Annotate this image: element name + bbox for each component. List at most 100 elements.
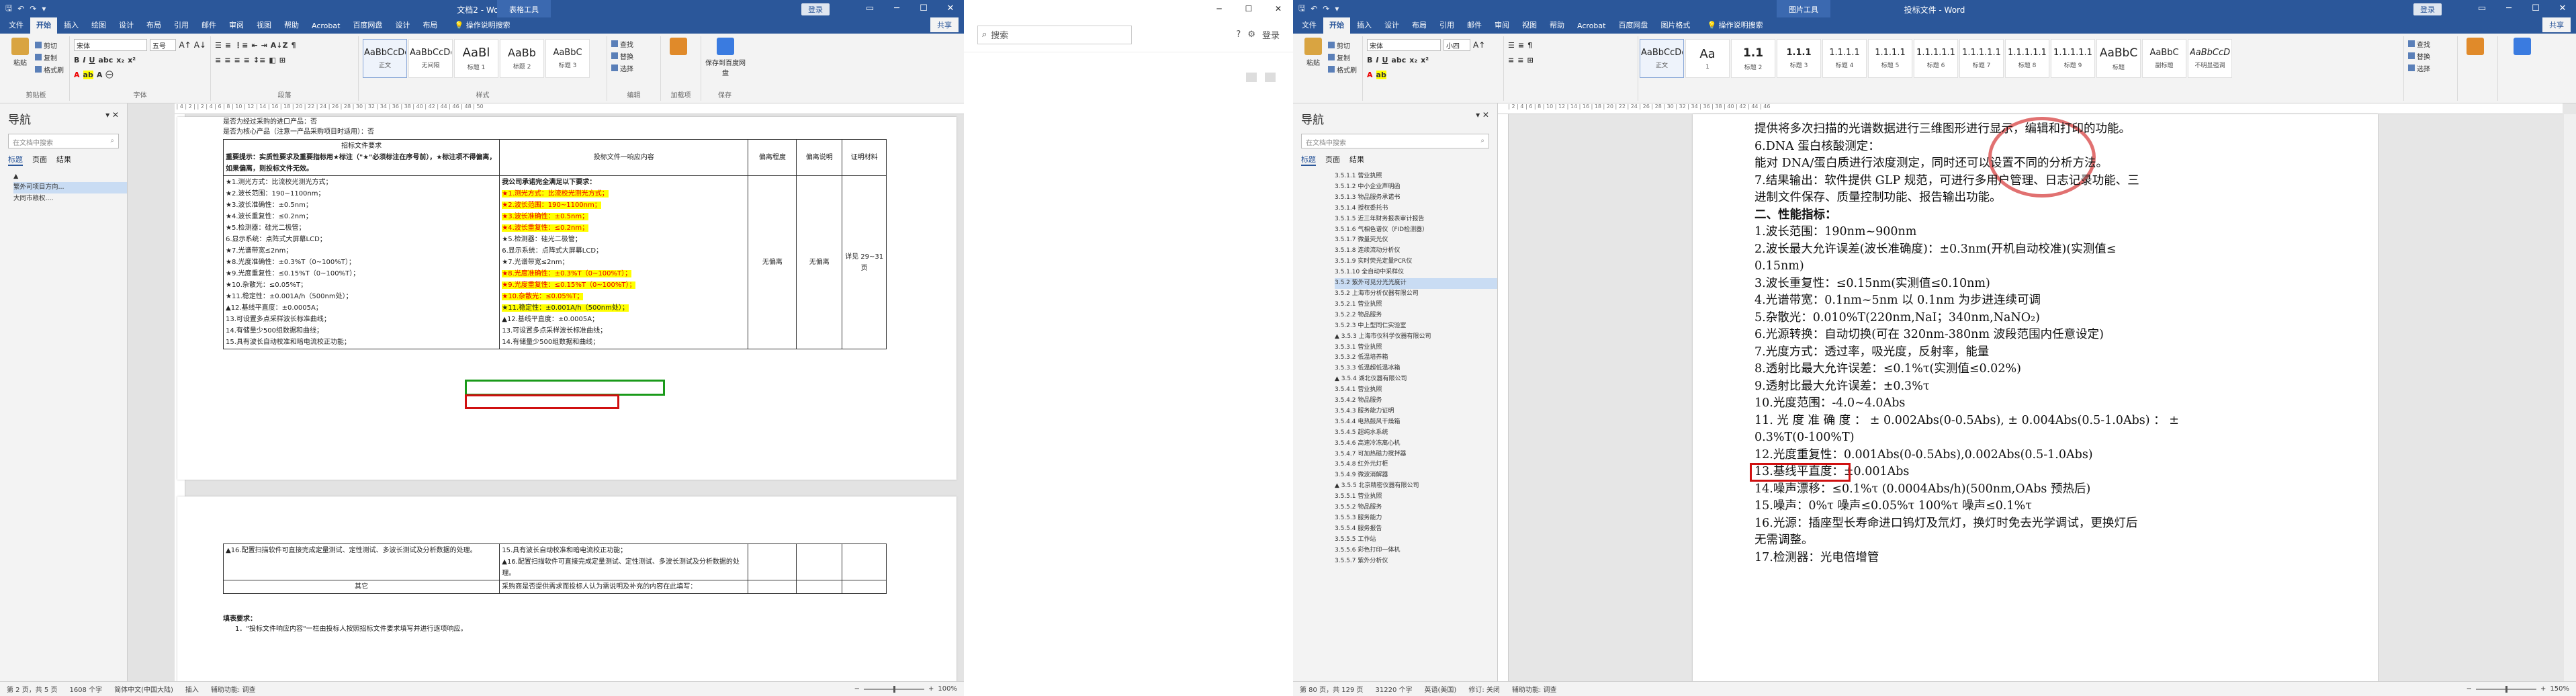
save-icon[interactable]: 🖫 xyxy=(5,2,12,16)
borders-icon[interactable]: ⊞ xyxy=(1527,56,1533,64)
tab-insert[interactable]: 插入 xyxy=(1351,17,1378,34)
close-button[interactable]: ✕ xyxy=(1263,0,1293,17)
font-size-select[interactable]: 小四 xyxy=(1444,39,1470,51)
nav-item[interactable]: 3.5.1.2 中小企业声明函 xyxy=(1335,182,1497,193)
redo-icon[interactable]: ↷ xyxy=(30,4,36,13)
tab-layout[interactable]: 布局 xyxy=(140,17,167,34)
tab-review[interactable]: 审阅 xyxy=(1489,17,1515,34)
tab-help[interactable]: 帮助 xyxy=(278,17,305,34)
document-canvas[interactable]: | 2 | 4 | 6 | 8 | 10 | 12 | 14 | 16 | 18… xyxy=(1498,103,2576,681)
nav-item[interactable]: 3.5.5.7 紫外分析仪 xyxy=(1335,556,1497,567)
nav-item[interactable]: 3.5.5.2 物品服务 xyxy=(1335,503,1497,513)
share-button[interactable]: 共享 xyxy=(2542,17,2571,32)
document-page-1[interactable]: 是否为经过采购的进口产品：否 是否为核心产品（注意一产品采购项目时适用）：否 招… xyxy=(177,117,957,480)
format-painter-button[interactable]: 格式刷 xyxy=(1328,63,1357,75)
align-right-icon[interactable]: ≡ xyxy=(234,56,240,64)
superscript-button[interactable]: x² xyxy=(128,56,136,64)
nav-item[interactable]: 3.5.1.7 微量荧光仪 xyxy=(1335,235,1497,246)
nav-item[interactable]: 3.5.1.6 气相色谱仪（FID检测器） xyxy=(1335,225,1497,236)
nav-item[interactable]: 3.5.2 紫外可见分光光度计 xyxy=(1335,278,1497,289)
status-insert[interactable]: 插入 xyxy=(185,684,199,694)
cut-button[interactable]: 剪切 xyxy=(35,39,64,51)
decrease-indent-icon[interactable]: ⇤ xyxy=(251,41,257,50)
nav-item[interactable]: 3.5.1.9 实时荧光定量PCR仪 xyxy=(1335,257,1497,267)
zoom-control[interactable]: − +150% xyxy=(2467,685,2569,693)
nav-item[interactable]: ▲ 3.5.4 湖北仪器有限公司 xyxy=(1335,374,1497,385)
highlight-button[interactable]: ab xyxy=(1376,70,1386,79)
status-accessibility[interactable]: 辅助功能: 调查 xyxy=(211,684,256,694)
close-button[interactable]: ✕ xyxy=(2549,0,2576,17)
numbering-icon[interactable]: ≡ xyxy=(225,41,231,50)
align-center-icon[interactable]: ≡ xyxy=(1517,56,1523,64)
undo-icon[interactable]: ↶ xyxy=(17,4,24,13)
find-button[interactable]: 查找 xyxy=(2408,38,2453,50)
zoom-in-icon[interactable]: + xyxy=(928,685,934,693)
maximize-button[interactable]: ☐ xyxy=(910,0,937,17)
status-page[interactable]: 第 80 页，共 129 页 xyxy=(1300,684,1364,694)
nav-item[interactable]: ▲ 3.5.5 北京精密仪器有限公司 xyxy=(1335,481,1497,492)
nav-item[interactable]: 3.5.1.4 授权委托书 xyxy=(1335,204,1497,214)
tab-home[interactable]: 开始 xyxy=(30,17,57,34)
encircle-button[interactable]: ㊀ xyxy=(105,69,113,80)
style-heading1[interactable]: AaBl 标题 1 xyxy=(454,39,498,78)
nav-tab-pages[interactable]: 页面 xyxy=(32,154,47,166)
bullets-icon[interactable]: ☰ xyxy=(1508,41,1515,50)
underline-button[interactable]: U xyxy=(89,56,95,64)
tab-acrobat[interactable]: Acrobat xyxy=(1571,19,1611,34)
font-size-select[interactable]: 五号 xyxy=(149,39,177,51)
style-item[interactable]: 1.1.1.1.1 标题 9 xyxy=(2051,39,2095,78)
document-canvas[interactable]: | 4 | 2 | | 2 | 4 | 6 | 8 | 10 | 12 | 14… xyxy=(128,103,964,681)
nav-tab-results[interactable]: 结果 xyxy=(56,154,71,166)
style-item[interactable]: 1.1.1.1 标题 5 xyxy=(1868,39,1912,78)
nav-item[interactable]: ▲ 3.5.3 上海市仪科学仪器有限公司 xyxy=(1335,332,1497,343)
font-name-select[interactable]: 宋体 xyxy=(1367,39,1441,51)
zoom-out-icon[interactable]: − xyxy=(2467,685,2472,693)
baidu-save-button[interactable]: 保存到百度网盘 xyxy=(705,38,746,77)
replace-button[interactable]: 替换 xyxy=(2408,50,2453,62)
nav-item[interactable]: 繁外司项目方向... xyxy=(13,182,127,193)
horizontal-ruler[interactable]: | 4 | 2 | | 2 | 4 | 6 | 8 | 10 | 12 | 14… xyxy=(175,103,964,114)
sort-icon[interactable]: A↓Z xyxy=(271,41,288,50)
paste-button[interactable]: 粘贴 xyxy=(7,38,34,67)
nav-item[interactable]: 3.5.5.1 营业执照 xyxy=(1335,492,1497,503)
style-no-spacing[interactable]: AaBbCcDc 无间隔 xyxy=(408,39,453,78)
tab-view[interactable]: 视图 xyxy=(251,17,277,34)
addins-button[interactable] xyxy=(665,38,692,57)
nav-item[interactable]: 3.5.5.6 彩色打印一体机 xyxy=(1335,546,1497,556)
help-icon[interactable]: ? xyxy=(1236,30,1241,40)
maximize-button[interactable]: ☐ xyxy=(1234,0,1263,17)
grid-view-icon[interactable] xyxy=(1246,73,1257,82)
line-spacing-icon[interactable]: ↕≡ xyxy=(253,56,265,64)
align-center-icon[interactable]: ≡ xyxy=(224,56,230,64)
nav-close-icon[interactable]: ▾ ✕ xyxy=(1476,110,1489,127)
nav-item[interactable]: ▲ xyxy=(13,171,127,182)
style-heading2[interactable]: AaBb 标题 2 xyxy=(500,39,544,78)
tab-references[interactable]: 引用 xyxy=(1433,17,1460,34)
nav-item[interactable]: 3.5.4.1 营业执照 xyxy=(1335,385,1497,396)
tab-draw[interactable]: 绘图 xyxy=(85,17,112,34)
font-color-button[interactable]: A xyxy=(1367,71,1373,79)
zoom-control[interactable]: − +100% xyxy=(854,685,957,693)
tab-design[interactable]: 设计 xyxy=(1378,17,1405,34)
status-page[interactable]: 第 2 页，共 5 页 xyxy=(7,684,57,694)
nav-tab-headings[interactable]: 标题 xyxy=(1301,154,1316,166)
tab-references[interactable]: 引用 xyxy=(168,17,195,34)
nav-item[interactable]: 3.5.1.1 营业执照 xyxy=(1335,171,1497,182)
status-words[interactable]: 1608 个字 xyxy=(69,684,102,694)
status-lang[interactable]: 简体中文(中国大陆) xyxy=(114,684,173,694)
copy-button[interactable]: 复制 xyxy=(35,51,64,63)
style-item[interactable]: 1.1.1 标题 3 xyxy=(1777,39,1821,78)
style-item[interactable]: 1.1 标题 2 xyxy=(1731,39,1775,78)
tab-picture-format[interactable]: 图片格式 xyxy=(1654,17,1696,34)
tab-help[interactable]: 帮助 xyxy=(1544,17,1570,34)
nav-tab-results[interactable]: 结果 xyxy=(1349,154,1364,166)
style-item[interactable]: 1.1.1.1.1 标题 6 xyxy=(1914,39,1958,78)
tab-acrobat[interactable]: Acrobat xyxy=(306,19,346,34)
nav-item[interactable]: 3.5.4.7 可加热磁力搅拌器 xyxy=(1335,449,1497,460)
nav-item[interactable]: 3.5.2.2 物品服务 xyxy=(1335,310,1497,321)
increase-indent-icon[interactable]: ⇥ xyxy=(261,41,267,50)
copy-button[interactable]: 复制 xyxy=(1328,51,1357,63)
bold-button[interactable]: B xyxy=(1367,56,1372,64)
status-track[interactable]: 修订: 关闭 xyxy=(1468,684,1500,694)
nav-item[interactable]: 3.5.3.1 营业执照 xyxy=(1335,343,1497,353)
